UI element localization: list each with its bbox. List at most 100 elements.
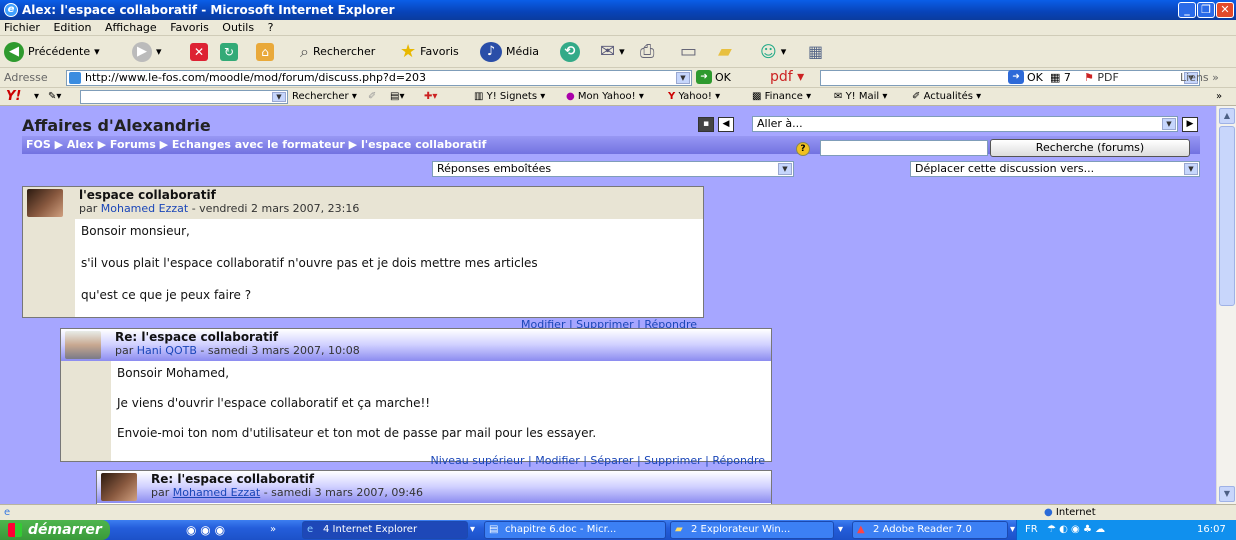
- previous-icon[interactable]: ◀: [718, 117, 734, 132]
- address-input[interactable]: http://www.le-fos.com/moodle/mod/forum/d…: [66, 70, 692, 86]
- menu-edition[interactable]: Edition: [53, 21, 91, 34]
- yahoo-home[interactable]: Y Yahoo! ▾: [668, 88, 720, 106]
- yahoo-mail[interactable]: ✉ Y! Mail ▾: [834, 88, 887, 106]
- yahoo-dropdown-icon[interactable]: ▼: [272, 92, 286, 102]
- search-label: Rechercher: [312, 45, 376, 58]
- edit-button[interactable]: ▭: [680, 41, 697, 63]
- menu-affichage[interactable]: Affichage: [105, 21, 157, 34]
- media-button[interactable]: ♪ Média: [480, 41, 539, 63]
- yahoo-search-label: Rechercher: [292, 91, 349, 102]
- yahoo-news[interactable]: ✐ Actualités ▾: [912, 88, 981, 106]
- task-word-document[interactable]: ▤ chapitre 6.doc - Micr...: [484, 521, 666, 539]
- scroll-thumb[interactable]: [1219, 126, 1235, 306]
- forward-button[interactable]: ▶ ▾: [132, 41, 162, 63]
- post-author-link[interactable]: Mohamed Ezzat: [173, 486, 260, 499]
- system-tray: FR ☂ ◐ ◉ ♣ ☁ 16:07: [1016, 520, 1236, 540]
- breadcrumb-forums[interactable]: Forums: [110, 138, 156, 151]
- post-actions-text[interactable]: Niveau supérieur | Modifier | Séparer | …: [430, 454, 765, 467]
- zone-indicator: ● Internet: [1044, 505, 1096, 520]
- task-internet-explorer[interactable]: e 4 Internet Explorer: [302, 521, 468, 539]
- favorites-button[interactable]: ★ Favoris: [400, 41, 459, 63]
- forum-search-input[interactable]: [820, 140, 988, 156]
- display-mode-select[interactable]: Réponses emboîtées ▼: [432, 161, 794, 177]
- task-group-arrow-icon[interactable]: ▾: [838, 520, 843, 540]
- forum-post: Re: l'espace collaboratif par Mohamed Ez…: [96, 470, 772, 504]
- help-icon[interactable]: ?: [796, 142, 810, 156]
- post-body: Bonsoir monsieur, s'il vous plait l'espa…: [75, 219, 703, 337]
- close-button[interactable]: ✕: [1216, 2, 1234, 18]
- quicklaunch-overflow-icon[interactable]: »: [270, 520, 276, 540]
- toolbar-overflow-icon[interactable]: »: [1216, 88, 1222, 106]
- jump-to-select[interactable]: Aller à... ▼: [752, 116, 1178, 132]
- menu-fichier[interactable]: Fichier: [4, 21, 40, 34]
- yahoo-logo-icon[interactable]: Y!: [6, 88, 21, 106]
- refresh-button[interactable]: ↻: [220, 41, 238, 63]
- links-button[interactable]: Liens »: [1180, 71, 1219, 84]
- task-group-arrow-icon[interactable]: ▾: [470, 520, 475, 540]
- mail-button[interactable]: ✉ ▾: [600, 41, 625, 63]
- counter-badge[interactable]: ▦ 7: [1050, 71, 1071, 84]
- menu-outils[interactable]: Outils: [222, 21, 254, 34]
- go2-arrow-icon: ➜: [1008, 70, 1024, 84]
- post-author-link[interactable]: Hani QOTB: [137, 344, 197, 357]
- search-button[interactable]: ⌕ Rechercher: [300, 41, 375, 63]
- task-adobe-reader[interactable]: ▲ 2 Adobe Reader 7.0: [852, 521, 1008, 539]
- next-icon[interactable]: ▶: [1182, 117, 1198, 132]
- print-button[interactable]: ⎙: [640, 41, 654, 63]
- back-button[interactable]: ◀ Précédente ▾: [4, 41, 100, 63]
- task-group-arrow-icon[interactable]: ▾: [1010, 520, 1015, 540]
- scroll-down-icon[interactable]: ▼: [1219, 486, 1235, 502]
- post-paragraph: Envoie-moi ton nom d'utilisateur et ton …: [117, 426, 597, 440]
- yahoo-finance[interactable]: ▩ Finance ▾: [752, 88, 811, 106]
- home-button[interactable]: ⌂: [256, 41, 274, 63]
- tray-icons[interactable]: ☂ ◐ ◉ ♣ ☁: [1047, 520, 1105, 540]
- move-discussion-select[interactable]: Déplacer cette discussion vers... ▼: [910, 161, 1200, 177]
- go-button[interactable]: ➜ OK: [696, 70, 731, 84]
- messenger-button[interactable]: ☺ ▾: [760, 41, 786, 63]
- task-explorer[interactable]: ▰ 2 Explorateur Win...: [670, 521, 834, 539]
- scroll-up-icon[interactable]: ▲: [1219, 108, 1235, 124]
- yahoo-signets[interactable]: ▥ Y! Signets ▾: [474, 88, 545, 106]
- display-mode-dropdown-icon[interactable]: ▼: [778, 163, 792, 175]
- go2-button[interactable]: ➜ OK: [1008, 70, 1043, 84]
- move-discussion-dropdown-icon[interactable]: ▼: [1184, 163, 1198, 175]
- stop-icon: ✕: [190, 43, 208, 61]
- antispy-icon[interactable]: ✚▾: [424, 88, 437, 106]
- mon-yahoo[interactable]: ● Mon Yahoo! ▾: [566, 88, 644, 106]
- post-author-link[interactable]: Mohamed Ezzat: [101, 202, 188, 215]
- minimize-button[interactable]: _: [1178, 2, 1196, 18]
- stop-button[interactable]: ✕: [190, 41, 208, 63]
- history-button[interactable]: ⟲: [560, 41, 580, 63]
- page-icon: [69, 72, 81, 84]
- pdf-menu[interactable]: pdf ▾: [770, 69, 804, 85]
- folder-button[interactable]: ▰: [718, 41, 732, 63]
- quicklaunch-icons[interactable]: ◉ ◉ ◉: [186, 520, 225, 540]
- breadcrumb-fos[interactable]: FOS: [26, 138, 51, 151]
- counter-value: 7: [1063, 71, 1071, 84]
- post-actions[interactable]: Niveau supérieur | Modifier | Séparer | …: [117, 453, 765, 469]
- window-title-bar: e Alex: l'espace collaboratif - Microsof…: [0, 0, 1236, 20]
- forum-search-button[interactable]: Recherche (forums): [990, 139, 1190, 157]
- pencil-icon[interactable]: ✎▾: [48, 88, 61, 106]
- news-icon: ✐: [912, 91, 921, 102]
- breadcrumb-echanges[interactable]: Echanges avec le formateur: [172, 138, 345, 151]
- pdf-button[interactable]: ⚑ PDF: [1084, 71, 1119, 84]
- calendar-icon[interactable]: ▪: [698, 117, 714, 132]
- research-button[interactable]: ▦: [808, 41, 823, 63]
- yahoo-search-button[interactable]: Rechercher ▾: [292, 88, 357, 106]
- layout-icon[interactable]: ▤▾: [390, 88, 404, 106]
- menu-favoris[interactable]: Favoris: [170, 21, 209, 34]
- breadcrumb-alex[interactable]: Alex: [67, 138, 94, 151]
- menu-help[interactable]: ?: [268, 21, 274, 34]
- post-header: l'espace collaboratif par Mohamed Ezzat …: [23, 187, 703, 219]
- start-button[interactable]: démarrer: [0, 520, 110, 540]
- vertical-scrollbar[interactable]: ▲ ▼: [1216, 106, 1236, 504]
- yahoo-search-input[interactable]: ▼: [80, 90, 288, 104]
- maximize-button[interactable]: ❐: [1197, 2, 1215, 18]
- address-dropdown-icon[interactable]: ▼: [676, 72, 690, 84]
- language-indicator[interactable]: FR: [1025, 520, 1038, 540]
- status-page-icon: e: [4, 507, 11, 518]
- address-url: http://www.le-fos.com/moodle/mod/forum/d…: [85, 71, 427, 84]
- highlight-icon[interactable]: ✐: [368, 88, 376, 106]
- jump-dropdown-icon[interactable]: ▼: [1162, 118, 1176, 130]
